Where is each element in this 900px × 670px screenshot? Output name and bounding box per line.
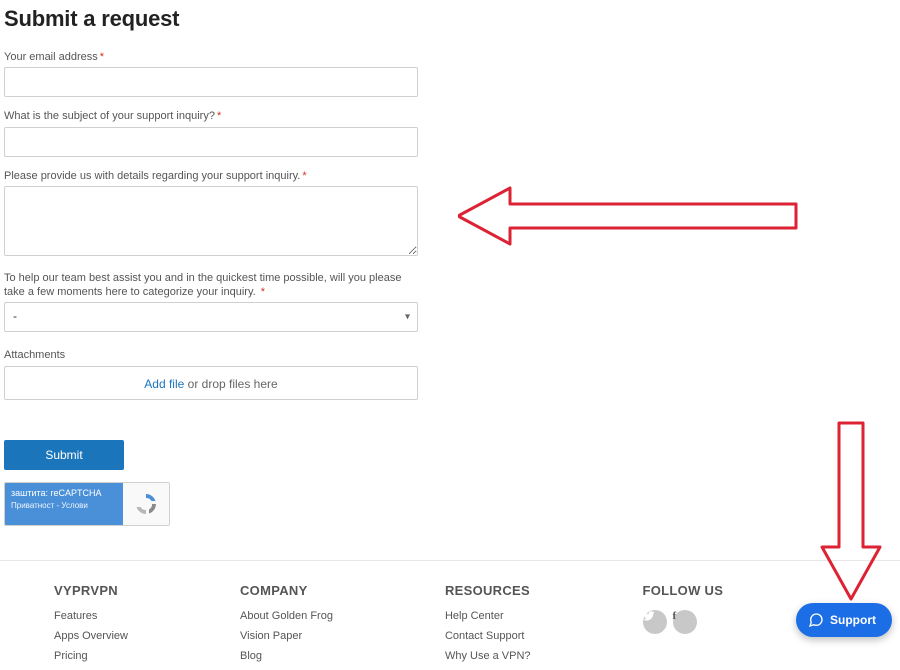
footer-heading: COMPANY bbox=[240, 583, 333, 598]
footer-col-follow: FOLLOW US f bbox=[643, 583, 724, 670]
drop-hint: or drop files here bbox=[184, 377, 277, 391]
recaptcha-line2: Приватност - Услови bbox=[11, 501, 117, 511]
details-field[interactable] bbox=[4, 186, 418, 256]
footer-col-company: COMPANY About Golden Frog Vision Paper B… bbox=[240, 583, 333, 670]
footer-link[interactable]: Contact Support bbox=[445, 630, 531, 642]
facebook-icon[interactable]: f bbox=[673, 610, 697, 634]
category-select[interactable]: - bbox=[4, 302, 418, 332]
category-label: To help our team best assist you and in … bbox=[4, 271, 418, 300]
add-file-link[interactable]: Add file bbox=[144, 377, 184, 391]
footer-col-resources: RESOURCES Help Center Contact Support Wh… bbox=[445, 583, 531, 670]
chat-icon bbox=[808, 612, 824, 628]
footer-heading: FOLLOW US bbox=[643, 583, 724, 598]
subject-label: What is the subject of your support inqu… bbox=[4, 109, 418, 123]
footer-link[interactable]: Apps Overview bbox=[54, 630, 128, 642]
email-label: Your email address* bbox=[4, 50, 418, 64]
footer-link[interactable]: Blog bbox=[240, 650, 333, 662]
footer-heading: VYPRVPN bbox=[54, 583, 128, 598]
recaptcha-line1: заштита: reCAPTCHA bbox=[11, 488, 117, 500]
annotation-arrow-left bbox=[458, 184, 798, 248]
footer-link[interactable]: Vision Paper bbox=[240, 630, 333, 642]
recaptcha-icon bbox=[133, 491, 159, 517]
twitter-icon[interactable] bbox=[643, 610, 667, 634]
page-title: Submit a request bbox=[4, 6, 900, 32]
footer-link[interactable]: Help Center bbox=[445, 610, 531, 622]
email-field[interactable] bbox=[4, 67, 418, 97]
annotation-arrow-down bbox=[820, 421, 882, 601]
footer-heading: RESOURCES bbox=[445, 583, 531, 598]
support-bubble-button[interactable]: Support bbox=[796, 603, 892, 637]
footer-link[interactable]: Why Use a VPN? bbox=[445, 650, 531, 662]
request-form: Your email address* What is the subject … bbox=[0, 50, 418, 526]
attachments-label: Attachments bbox=[4, 348, 418, 362]
footer: VYPRVPN Features Apps Overview Pricing C… bbox=[0, 561, 900, 670]
recaptcha-badge: заштита: reCAPTCHA Приватност - Услови bbox=[4, 482, 170, 526]
support-bubble-label: Support bbox=[830, 613, 876, 627]
footer-link[interactable]: Pricing bbox=[54, 650, 128, 662]
details-label: Please provide us with details regarding… bbox=[4, 169, 418, 183]
attachments-dropzone[interactable]: Add file or drop files here bbox=[4, 366, 418, 400]
footer-col-vyprvpn: VYPRVPN Features Apps Overview Pricing bbox=[54, 583, 128, 670]
footer-link[interactable]: About Golden Frog bbox=[240, 610, 333, 622]
footer-link[interactable]: Features bbox=[54, 610, 128, 622]
subject-field[interactable] bbox=[4, 127, 418, 157]
submit-button[interactable]: Submit bbox=[4, 440, 124, 470]
